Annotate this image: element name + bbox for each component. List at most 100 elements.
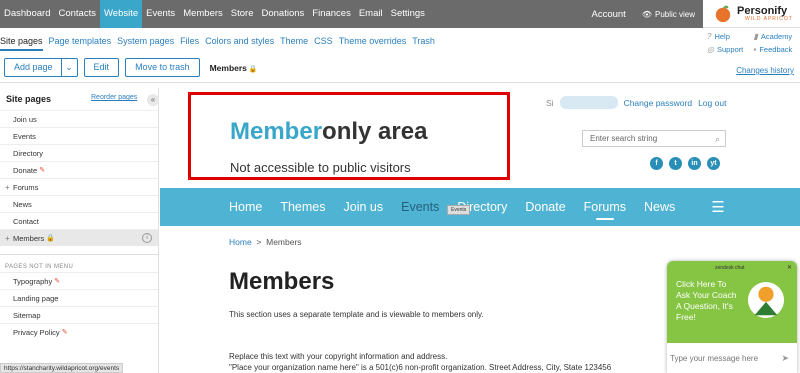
redacted-username [559, 96, 618, 109]
nav-members[interactable]: Members [179, 0, 227, 28]
support-link[interactable]: ◎ Support [707, 45, 754, 54]
account-link[interactable]: Account [592, 9, 626, 20]
search-placeholder: Enter search string [590, 134, 658, 143]
close-icon[interactable]: ✕ [787, 264, 792, 271]
chat-brand: zendesk chat [715, 265, 745, 271]
sidebar-item-members[interactable]: + Members 🔒 i [0, 229, 158, 246]
nav-donations[interactable]: Donations [258, 0, 309, 28]
tab-site-pages[interactable]: Site pages [0, 36, 43, 51]
tab-trash[interactable]: Trash [412, 36, 435, 51]
lock-icon: 🔒 [248, 65, 258, 73]
menu-home[interactable]: Home [229, 200, 262, 214]
nav-contacts[interactable]: Contacts [54, 0, 100, 28]
menu-news[interactable]: News [644, 200, 675, 214]
tab-files[interactable]: Files [180, 36, 199, 51]
menu-themes[interactable]: Themes [280, 200, 325, 214]
nav-email[interactable]: Email [355, 0, 387, 28]
hamburger-menu-icon[interactable]: ☰ [711, 198, 724, 216]
breadcrumb: Home > Members [229, 237, 302, 247]
search-input[interactable]: Enter search string ⌕ [582, 130, 726, 147]
tab-system-pages[interactable]: System pages [117, 36, 174, 51]
lock-icon: 🔒 [46, 235, 55, 242]
highlight-box [188, 92, 510, 180]
sidebar-item-label: News [13, 199, 32, 209]
no-edit-icon: ✎ [39, 167, 46, 174]
sidebar-item-label: Forums [13, 182, 39, 192]
facebook-icon[interactable]: f [650, 157, 663, 170]
changes-history-link[interactable]: Changes history [736, 66, 794, 75]
help-link[interactable]: ? Help [707, 32, 754, 41]
sidebar-item-sitemap[interactable]: Sitemap [0, 306, 158, 323]
add-page-button[interactable]: Add page ⌄ [4, 58, 78, 77]
nav-settings[interactable]: Settings [387, 0, 429, 28]
move-to-trash-button[interactable]: Move to trash [125, 58, 200, 77]
sidebar-title: Site pages [6, 94, 52, 104]
eye-icon: 👁 [641, 9, 652, 19]
signed-in-prefix: Si [546, 97, 554, 108]
nav-store[interactable]: Store [227, 0, 258, 28]
chat-input-placeholder: Type your message here [670, 353, 759, 363]
sidebar-item-privacy-policy[interactable]: Privacy Policy ✎ [0, 323, 158, 340]
youtube-icon[interactable]: yt [707, 157, 720, 170]
search-icon[interactable]: ⌕ [715, 132, 720, 147]
divider [0, 82, 800, 83]
menu-donate[interactable]: Donate [525, 200, 565, 214]
logout-link[interactable]: Log out [698, 98, 726, 108]
chat-header[interactable]: zendesk chat ✕ Click Here To Ask Your Co… [667, 261, 797, 343]
linkedin-icon[interactable]: in [688, 157, 701, 170]
sidebar-item-news[interactable]: News [0, 195, 158, 212]
sidebar-item-donate[interactable]: Donate ✎ [0, 161, 158, 178]
sidebar-item-label: Contact [13, 216, 39, 226]
tab-css[interactable]: CSS [314, 36, 333, 51]
sidebar-item-label: Donate [13, 165, 38, 175]
sidebar-item-typography[interactable]: Typography ✎ [0, 272, 158, 289]
collapse-sidebar-icon[interactable]: « [147, 94, 159, 106]
sidebar-item-label: Events [13, 131, 36, 141]
chevron-down-icon[interactable]: ⌄ [60, 59, 77, 76]
apricot-logo-icon [715, 5, 731, 22]
edit-button[interactable]: Edit [83, 58, 120, 77]
no-edit-icon: ✎ [54, 278, 61, 285]
breadcrumb-separator: > [256, 237, 262, 247]
sidebar-item-label: Join us [13, 114, 37, 124]
sidebar-item-join-us[interactable]: Join us [0, 110, 158, 127]
website-sub-nav: Site pages Page templates System pages F… [0, 36, 441, 51]
chat-widget[interactable]: zendesk chat ✕ Click Here To Ask Your Co… [667, 261, 797, 373]
top-nav-right: Account 👁 Public view [592, 0, 704, 28]
breadcrumb-home[interactable]: Home [229, 237, 252, 247]
sidebar-header: Site pages Reorder pages « [0, 88, 159, 110]
admin-top-nav: Dashboard Contacts Website Events Member… [0, 0, 703, 28]
nav-finances[interactable]: Finances [308, 0, 355, 28]
sidebar-item-forums[interactable]: + Forums [0, 178, 158, 195]
tab-theme-overrides[interactable]: Theme overrides [339, 36, 407, 51]
send-icon[interactable]: ➤ [781, 353, 789, 364]
nav-dashboard[interactable]: Dashboard [0, 0, 54, 28]
sidebar-item-directory[interactable]: Directory [0, 144, 158, 161]
tab-theme[interactable]: Theme [280, 36, 308, 51]
chat-message-input[interactable]: Type your message here ➤ [667, 343, 797, 373]
nav-website[interactable]: Website [99, 0, 143, 28]
menu-join-us[interactable]: Join us [344, 200, 384, 214]
chat-message: Click Here To Ask Your Coach A Question,… [676, 279, 737, 322]
reorder-pages-link[interactable]: Reorder pages [91, 94, 137, 101]
feedback-link[interactable]: ▪ Feedback [754, 45, 800, 54]
sidebar-item-label: Directory [13, 148, 44, 158]
sidebar-item-contact[interactable]: Contact [0, 212, 158, 229]
expand-icon[interactable]: + [5, 183, 10, 192]
tab-colors-styles[interactable]: Colors and styles [205, 36, 274, 51]
add-page-label: Add page [14, 62, 53, 72]
no-edit-icon: ✎ [61, 329, 68, 336]
menu-forums[interactable]: Forums [584, 200, 626, 220]
public-view-link[interactable]: 👁 Public view [642, 10, 695, 19]
sidebar-item-landing-page[interactable]: Landing page [0, 289, 158, 306]
academy-link[interactable]: ▮ Academy [754, 32, 800, 41]
expand-icon[interactable]: + [5, 234, 10, 243]
menu-events[interactable]: Events [401, 200, 439, 214]
sidebar-item-events[interactable]: Events [0, 127, 158, 144]
nav-events[interactable]: Events [142, 0, 179, 28]
info-icon[interactable]: i [142, 233, 152, 243]
change-password-link[interactable]: Change password [624, 98, 693, 108]
twitter-icon[interactable]: t [669, 157, 682, 170]
tab-page-templates[interactable]: Page templates [49, 36, 112, 51]
apricot-avatar-icon [747, 281, 785, 319]
